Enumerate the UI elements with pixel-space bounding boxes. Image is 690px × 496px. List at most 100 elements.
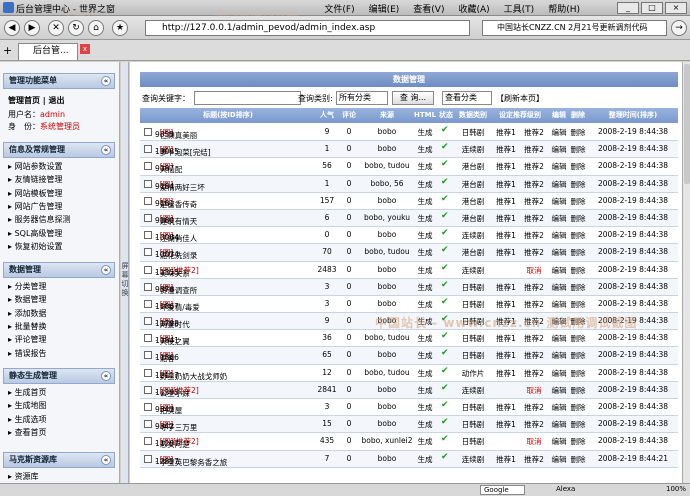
recommend-2-link[interactable]: 取消 — [521, 265, 547, 276]
row-title[interactable]: 11867. 坏爱情/毒爱 [图] — [155, 299, 200, 312]
column-header[interactable]: 整理时间(排序) — [588, 108, 678, 123]
status-check-icon[interactable]: ✔ — [441, 348, 449, 358]
recommend-2-link[interactable]: 推荐2 — [521, 350, 547, 361]
edit-link[interactable]: 编辑 — [550, 419, 568, 430]
edit-link[interactable]: 编辑 — [550, 402, 568, 413]
row-title[interactable]: 11798. 两妻时代 [图] — [155, 316, 190, 329]
tab-admin[interactable]: 后台管... — [18, 43, 78, 60]
delete-link[interactable]: 删除 — [569, 350, 587, 361]
recommend-2-link[interactable]: 推荐2 — [521, 247, 547, 258]
html-generate-link[interactable]: 生成 — [414, 161, 436, 172]
delete-link[interactable]: 删除 — [569, 247, 587, 258]
scroll-thumb[interactable] — [684, 64, 690, 184]
menu-item[interactable]: 文件(F) — [324, 2, 354, 15]
sidebar-item[interactable]: ▸ 添加数据 — [8, 308, 47, 319]
row-title[interactable]: 12117. 野蛮奶奶大战戈师奶 [图] — [155, 368, 227, 381]
row-title[interactable]: 13084. 江湖俏佳人 [图] — [155, 230, 197, 243]
delete-link[interactable]: 删除 — [569, 127, 587, 138]
zoom-level[interactable]: 100% — [666, 485, 686, 493]
sidebar-item[interactable]: ▸ SQL高级管理 — [8, 228, 62, 239]
column-header[interactable]: 状态 — [437, 108, 455, 123]
delete-link[interactable]: 删除 — [569, 213, 587, 224]
sidebar-item[interactable]: ▸ 生成选项 — [8, 414, 47, 425]
status-check-icon[interactable]: ✔ — [441, 228, 449, 238]
row-checkbox[interactable] — [144, 437, 152, 446]
row-checkbox[interactable] — [144, 231, 152, 240]
recommend-1-link[interactable]: 推荐1 — [493, 144, 519, 155]
menu-item[interactable]: 帮助(H) — [548, 2, 580, 15]
delete-link[interactable]: 删除 — [569, 299, 587, 310]
html-generate-link[interactable]: 生成 — [414, 299, 436, 310]
edit-link[interactable]: 编辑 — [550, 299, 568, 310]
menu-item[interactable]: 工具(T) — [504, 2, 535, 15]
edit-link[interactable]: 编辑 — [550, 230, 568, 241]
row-checkbox[interactable] — [144, 317, 152, 326]
column-header[interactable]: 评论 — [338, 108, 360, 123]
row-checkbox[interactable] — [144, 454, 152, 463]
column-header[interactable]: 数据类别 — [456, 108, 490, 123]
html-generate-link[interactable]: 生成 — [414, 419, 436, 430]
status-check-icon[interactable]: ✔ — [441, 366, 449, 376]
status-check-icon[interactable]: ✔ — [441, 177, 449, 187]
recommend-2-link[interactable]: 推荐2 — [521, 282, 547, 293]
column-header[interactable]: 人气 — [317, 108, 337, 123]
delete-link[interactable]: 删除 — [569, 196, 587, 207]
delete-link[interactable]: 删除 — [569, 265, 587, 276]
query-button[interactable]: 查 询... — [392, 91, 434, 105]
html-generate-link[interactable]: 生成 — [414, 196, 436, 207]
column-header[interactable]: HTML — [414, 108, 436, 123]
status-check-icon[interactable]: ✔ — [441, 383, 449, 393]
status-check-icon[interactable]: ✔ — [441, 142, 449, 152]
sidebar-item[interactable]: ▸ 数据管理 — [8, 294, 47, 305]
column-header[interactable]: 编辑 — [550, 108, 568, 123]
sidebar-item[interactable]: ▸ 友情链接管理 — [8, 174, 63, 185]
row-title[interactable]: 9161. 楚留香传奇 [图] — [155, 196, 197, 209]
delete-link[interactable]: 删除 — [569, 368, 587, 379]
row-title[interactable]: 10034. 泥花洗剑录 [图] — [155, 247, 197, 260]
recommend-1-link[interactable]: 推荐1 — [493, 402, 519, 413]
refresh-icon[interactable]: ↻ — [68, 20, 84, 36]
edit-link[interactable]: 编辑 — [550, 454, 568, 465]
admin-home-link[interactable]: 管理首页 — [8, 96, 40, 105]
recommend-1-link[interactable]: 推荐1 — [493, 179, 519, 190]
row-title[interactable]: 13085. 萝卜泡菜[完结] [图] — [155, 144, 211, 157]
recommend-1-link[interactable]: 推荐1 — [493, 196, 519, 207]
row-title[interactable]: 9355. 仁顾真美丽 [图] — [155, 127, 197, 140]
edit-link[interactable]: 编辑 — [550, 247, 568, 258]
row-checkbox[interactable] — [144, 420, 152, 429]
row-checkbox[interactable] — [144, 334, 152, 343]
edit-link[interactable]: 编辑 — [550, 213, 568, 224]
sidebar-item[interactable]: ▸ 分类管理 — [8, 281, 47, 292]
html-generate-link[interactable]: 生成 — [414, 333, 436, 344]
view-category-select[interactable]: 查看分类 — [442, 91, 492, 105]
column-header[interactable]: 删除 — [569, 108, 587, 123]
sidebar-section-header[interactable]: 静态生成管理 « — [3, 368, 115, 384]
row-title[interactable]: 11355. 美味关系 [图][推荐2] — [155, 265, 199, 278]
recommend-2-link[interactable]: 取消 — [521, 385, 547, 396]
delete-link[interactable]: 删除 — [569, 454, 587, 465]
sidebar-item[interactable]: ▸ 批量替换 — [8, 321, 47, 332]
go-icon[interactable]: → — [671, 20, 687, 36]
forward-icon[interactable]: ▶ — [24, 20, 40, 36]
recommend-2-link[interactable]: 推荐2 — [521, 213, 547, 224]
sidebar-item[interactable]: ▸ 恢复初始设置 — [8, 241, 63, 252]
close-tab-icon[interactable]: x — [80, 44, 90, 54]
row-title[interactable]: 9376. 赞漫调查所 [图] — [155, 282, 197, 295]
recommend-1-link[interactable]: 推荐1 — [493, 419, 519, 430]
html-generate-link[interactable]: 生成 — [414, 454, 436, 465]
recommend-2-link[interactable]: 推荐2 — [521, 161, 547, 172]
row-title[interactable]: 9342. 寻子三万里 [图] — [155, 419, 197, 432]
recommend-2-link[interactable]: 推荐2 — [521, 454, 547, 465]
collapse-icon[interactable]: « — [101, 265, 111, 275]
column-header[interactable]: 来源 — [361, 108, 413, 123]
recommend-1-link[interactable]: 推荐1 — [493, 350, 519, 361]
recommend-1-link[interactable]: 推荐1 — [493, 230, 519, 241]
recommend-1-link[interactable]: 推荐1 — [493, 247, 519, 258]
row-checkbox[interactable] — [144, 145, 152, 154]
delete-link[interactable]: 删除 — [569, 402, 587, 413]
recommend-1-link[interactable]: 推荐1 — [493, 454, 519, 465]
menu-item[interactable]: 收藏(A) — [458, 2, 489, 15]
column-header[interactable]: 标题(按ID排序) — [140, 108, 316, 123]
row-checkbox[interactable] — [144, 403, 152, 411]
edit-link[interactable]: 编辑 — [550, 350, 568, 361]
